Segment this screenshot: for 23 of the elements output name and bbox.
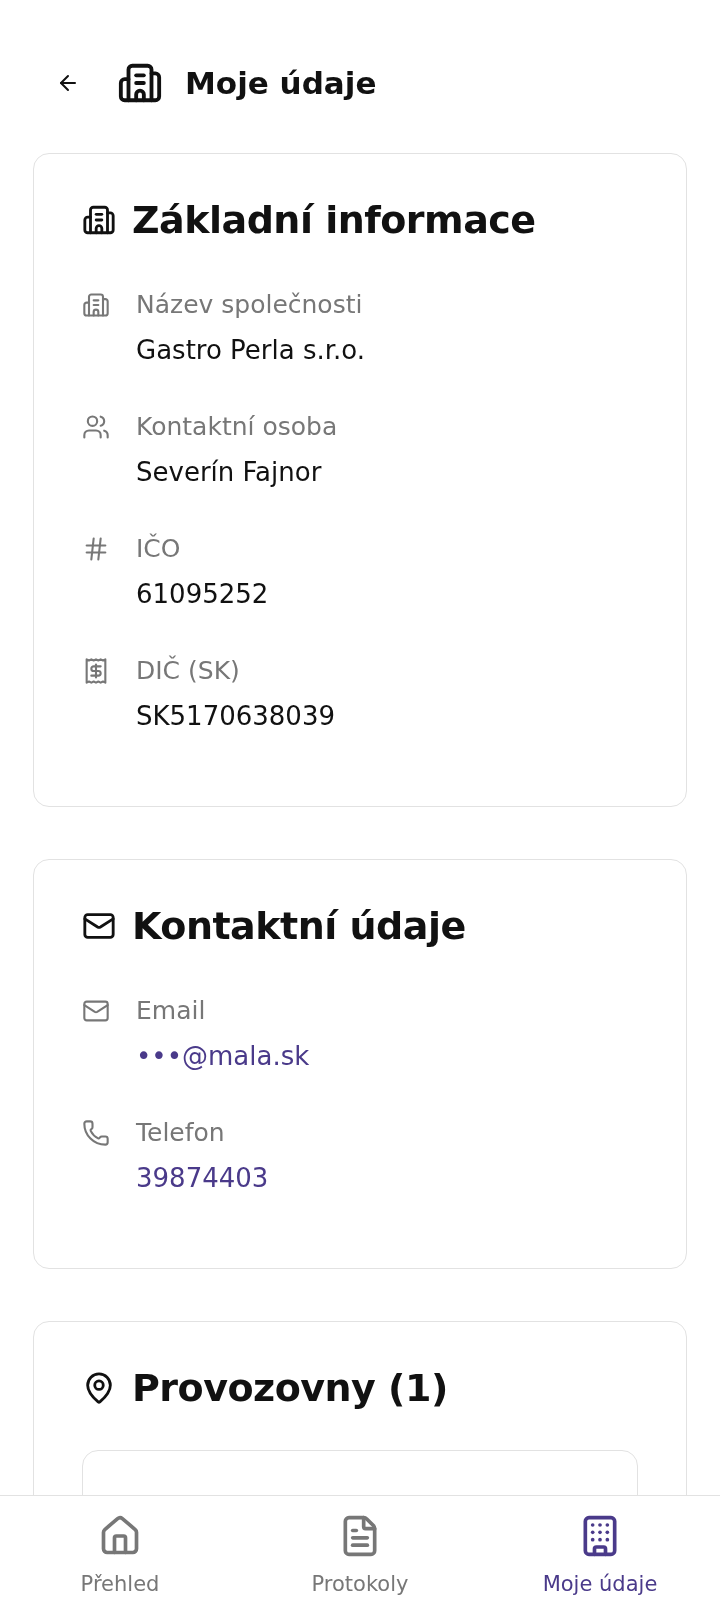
building-icon <box>82 203 116 237</box>
card-title: Provozovny (1) <box>132 1366 448 1410</box>
field-label: DIČ (SK) <box>136 654 241 687</box>
page-title: Moje údaje <box>185 65 377 101</box>
card-title: Základní informace <box>132 198 536 242</box>
field-value: SK5170638039 <box>136 700 336 733</box>
users-icon <box>82 413 110 441</box>
contact-link[interactable]: 39874403 <box>136 1156 638 1200</box>
field-label: Email <box>136 995 207 1027</box>
field-value: 61095252 <box>136 578 270 611</box>
field-label: Kontaktní osoba <box>136 411 339 443</box>
field-label: Telefon <box>136 1117 226 1149</box>
field-value: Gastro Perla s.r.o. <box>136 334 367 367</box>
building-icon <box>82 291 110 319</box>
phone-icon <box>82 1119 110 1147</box>
field-label: Název společnosti <box>136 289 364 321</box>
contact-link[interactable]: •••@mala.sk <box>136 1034 638 1078</box>
field-label: IČO <box>136 532 182 565</box>
nav-tab[interactable]: Přehled <box>0 1496 240 1624</box>
nav-tab[interactable]: Protokoly <box>240 1496 480 1624</box>
field-value: Severín Fajnor <box>136 456 323 489</box>
card-title: Kontaktní údaje <box>132 904 466 948</box>
nav-tab[interactable]: Moje údaje <box>480 1496 720 1624</box>
